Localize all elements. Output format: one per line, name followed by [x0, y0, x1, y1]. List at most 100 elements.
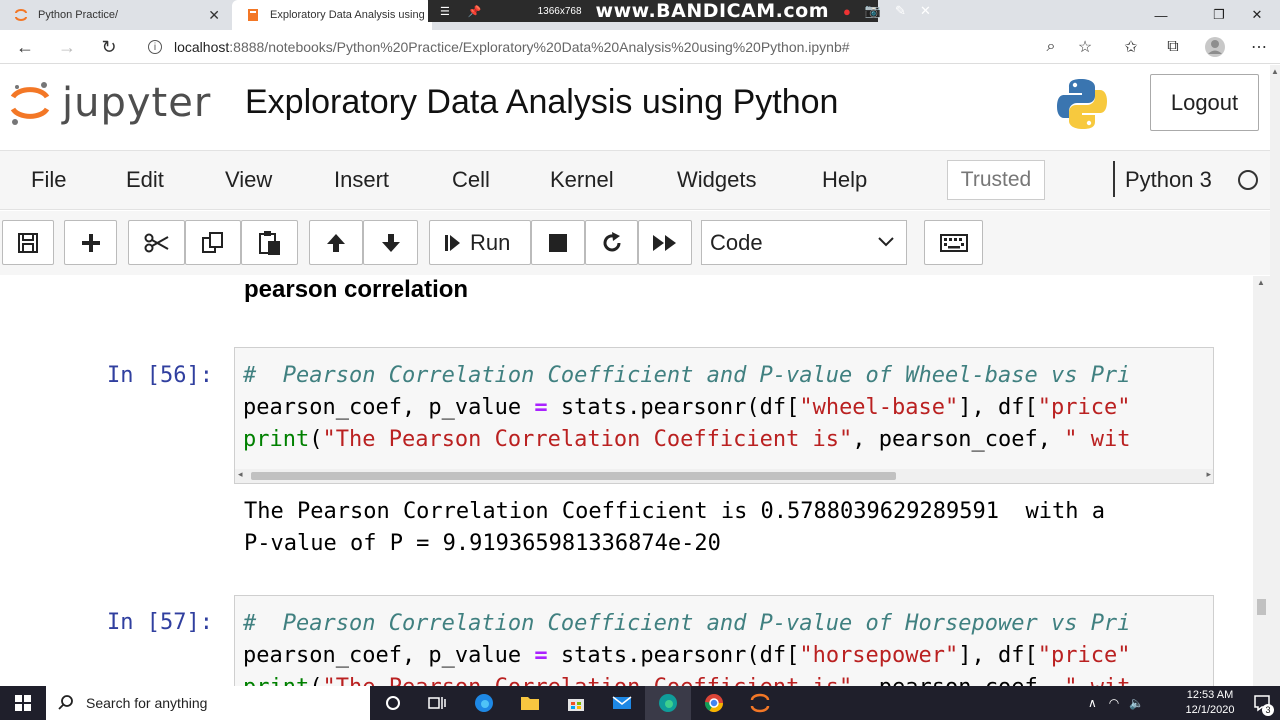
menu-file[interactable]: File	[31, 167, 66, 193]
back-icon[interactable]: ←	[12, 34, 38, 60]
network-icon[interactable]: ◠	[1109, 696, 1119, 710]
code-text: ], df[	[958, 643, 1038, 668]
profile-avatar-icon[interactable]	[1202, 34, 1228, 60]
move-cell-down-button[interactable]	[363, 220, 418, 265]
notebook-favicon-icon	[246, 8, 260, 22]
close-icon[interactable]: ✕	[920, 3, 931, 19]
store-icon[interactable]	[553, 686, 599, 720]
page-vertical-scrollbar[interactable]: ▲	[1270, 65, 1280, 686]
clock-date: 12/1/2020	[1185, 704, 1235, 716]
cell-type-select[interactable]: Code	[701, 220, 907, 265]
menu-edit[interactable]: Edit	[126, 167, 164, 193]
cut-button[interactable]	[128, 220, 185, 265]
scrollbar-thumb[interactable]	[1257, 599, 1266, 615]
horizontal-scrollbar[interactable]: ◂ ▸	[235, 469, 1213, 483]
camera-icon[interactable]: 📷	[865, 3, 881, 19]
arrow-down-icon	[381, 233, 400, 252]
menu-icon[interactable]: ☰	[440, 5, 450, 18]
code-string: "price"	[1037, 643, 1131, 668]
logout-button[interactable]: Logout	[1150, 74, 1259, 131]
code-text: , pearson_coef,	[852, 427, 1065, 452]
minimize-window-icon[interactable]: —	[1138, 0, 1184, 30]
jupyter-taskbar-icon[interactable]	[737, 686, 783, 720]
copy-button[interactable]	[185, 220, 241, 265]
markdown-heading[interactable]: pearson correlation	[244, 276, 468, 304]
forward-icon[interactable]: →	[54, 34, 80, 60]
paste-button[interactable]	[241, 220, 298, 265]
insert-cell-button[interactable]	[64, 220, 117, 265]
code-line: pearson_coef, p_value = stats.pearsonr(d…	[235, 640, 1213, 672]
reload-icon[interactable]: ↻	[96, 34, 122, 60]
cortana-icon[interactable]	[370, 686, 416, 720]
edge-browser-active-icon[interactable]	[645, 686, 691, 720]
chrome-icon[interactable]	[691, 686, 737, 720]
kernel-divider	[1113, 161, 1115, 197]
code-string: " wit	[1064, 675, 1130, 686]
record-icon[interactable]: ●	[843, 4, 851, 19]
save-button[interactable]	[2, 220, 54, 265]
browser-tab-python-practice[interactable]: Python Practice/ ✕	[0, 0, 230, 30]
trusted-indicator[interactable]: Trusted	[947, 160, 1045, 200]
action-center-button[interactable]: 3	[1244, 686, 1280, 720]
favorite-star-icon[interactable]: ☆	[1072, 34, 1098, 60]
start-button[interactable]	[0, 686, 46, 720]
notification-count: 3	[1262, 704, 1274, 716]
collections-icon[interactable]: ⧉	[1160, 34, 1186, 60]
scroll-right-icon[interactable]: ▸	[1206, 469, 1211, 480]
close-tab-icon[interactable]: ✕	[208, 7, 220, 24]
menu-help[interactable]: Help	[822, 167, 867, 193]
speaker-icon[interactable]: 🔈	[1129, 696, 1144, 710]
taskbar-clock[interactable]: 12:53 AM 12/1/2020	[1180, 688, 1240, 718]
cell-prompt: In [57]:	[107, 610, 213, 635]
close-window-icon[interactable]: ✕	[1234, 0, 1280, 30]
browser-tab-exploratory[interactable]: Exploratory Data Analysis using	[232, 0, 432, 30]
favorites-icon[interactable]: ✩	[1118, 34, 1144, 60]
jupyter-logo-text: jupyter	[62, 80, 212, 126]
taskbar-search-box[interactable]: Search for anything	[46, 686, 370, 720]
pencil-icon[interactable]: ✎	[895, 3, 906, 19]
code-text: (	[309, 675, 322, 686]
menu-cell[interactable]: Cell	[452, 167, 490, 193]
jupyter-logo[interactable]: jupyter	[10, 77, 211, 129]
menu-widgets[interactable]: Widgets	[677, 167, 756, 193]
interrupt-kernel-button[interactable]	[531, 220, 585, 265]
search-placeholder: Search for anything	[86, 695, 208, 711]
restart-run-all-button[interactable]	[638, 220, 692, 265]
menu-insert[interactable]: Insert	[334, 167, 389, 193]
code-cell-56[interactable]: # Pearson Correlation Coefficient and P-…	[234, 347, 1214, 484]
restart-kernel-button[interactable]	[585, 220, 638, 265]
notebook-title[interactable]: Exploratory Data Analysis using Python	[245, 83, 838, 122]
recording-resolution: 1366x768	[537, 5, 582, 17]
mail-icon[interactable]	[599, 686, 645, 720]
zoom-icon[interactable]: ⌕	[1038, 34, 1064, 60]
code-comment: # Pearson Correlation Coefficient and P-…	[243, 363, 1131, 388]
scroll-left-icon[interactable]: ◂	[238, 469, 243, 480]
site-info-icon[interactable]: i	[148, 40, 162, 54]
paste-icon	[258, 230, 280, 255]
output-line: P-value of P = 9.919365981336874e-20	[244, 531, 721, 556]
url-field[interactable]: i localhost:8888/notebooks/Python%20Prac…	[140, 33, 1108, 61]
menu-kernel[interactable]: Kernel	[550, 167, 614, 193]
more-options-icon[interactable]: ⋯	[1246, 34, 1272, 60]
run-button[interactable]: Run	[429, 220, 531, 265]
code-cell-57[interactable]: # Pearson Correlation Coefficient and P-…	[234, 595, 1214, 686]
code-text: stats.pearsonr(df[	[547, 395, 800, 420]
chevron-up-icon[interactable]: ∧	[1088, 696, 1097, 710]
pin-icon[interactable]: 📌	[468, 5, 482, 18]
command-palette-button[interactable]	[924, 220, 983, 265]
menu-view[interactable]: View	[225, 167, 272, 193]
jupyter-favicon-icon	[14, 8, 28, 22]
move-cell-up-button[interactable]	[309, 220, 363, 265]
task-view-icon[interactable]	[414, 686, 460, 720]
code-keyword: print	[243, 675, 309, 686]
notebook-vertical-scrollbar[interactable]: ▲	[1253, 276, 1270, 686]
scissors-icon	[144, 233, 168, 252]
file-explorer-icon[interactable]	[507, 686, 553, 720]
code-line: print("The Pearson Correlation Coefficie…	[235, 424, 1213, 456]
copy-icon	[202, 231, 223, 253]
edge-browser-icon[interactable]	[461, 686, 507, 720]
step-forward-icon	[445, 234, 460, 251]
scroll-up-icon[interactable]: ▲	[1271, 67, 1279, 76]
scroll-up-icon[interactable]: ▲	[1257, 278, 1265, 287]
scrollbar-thumb[interactable]	[251, 472, 896, 480]
